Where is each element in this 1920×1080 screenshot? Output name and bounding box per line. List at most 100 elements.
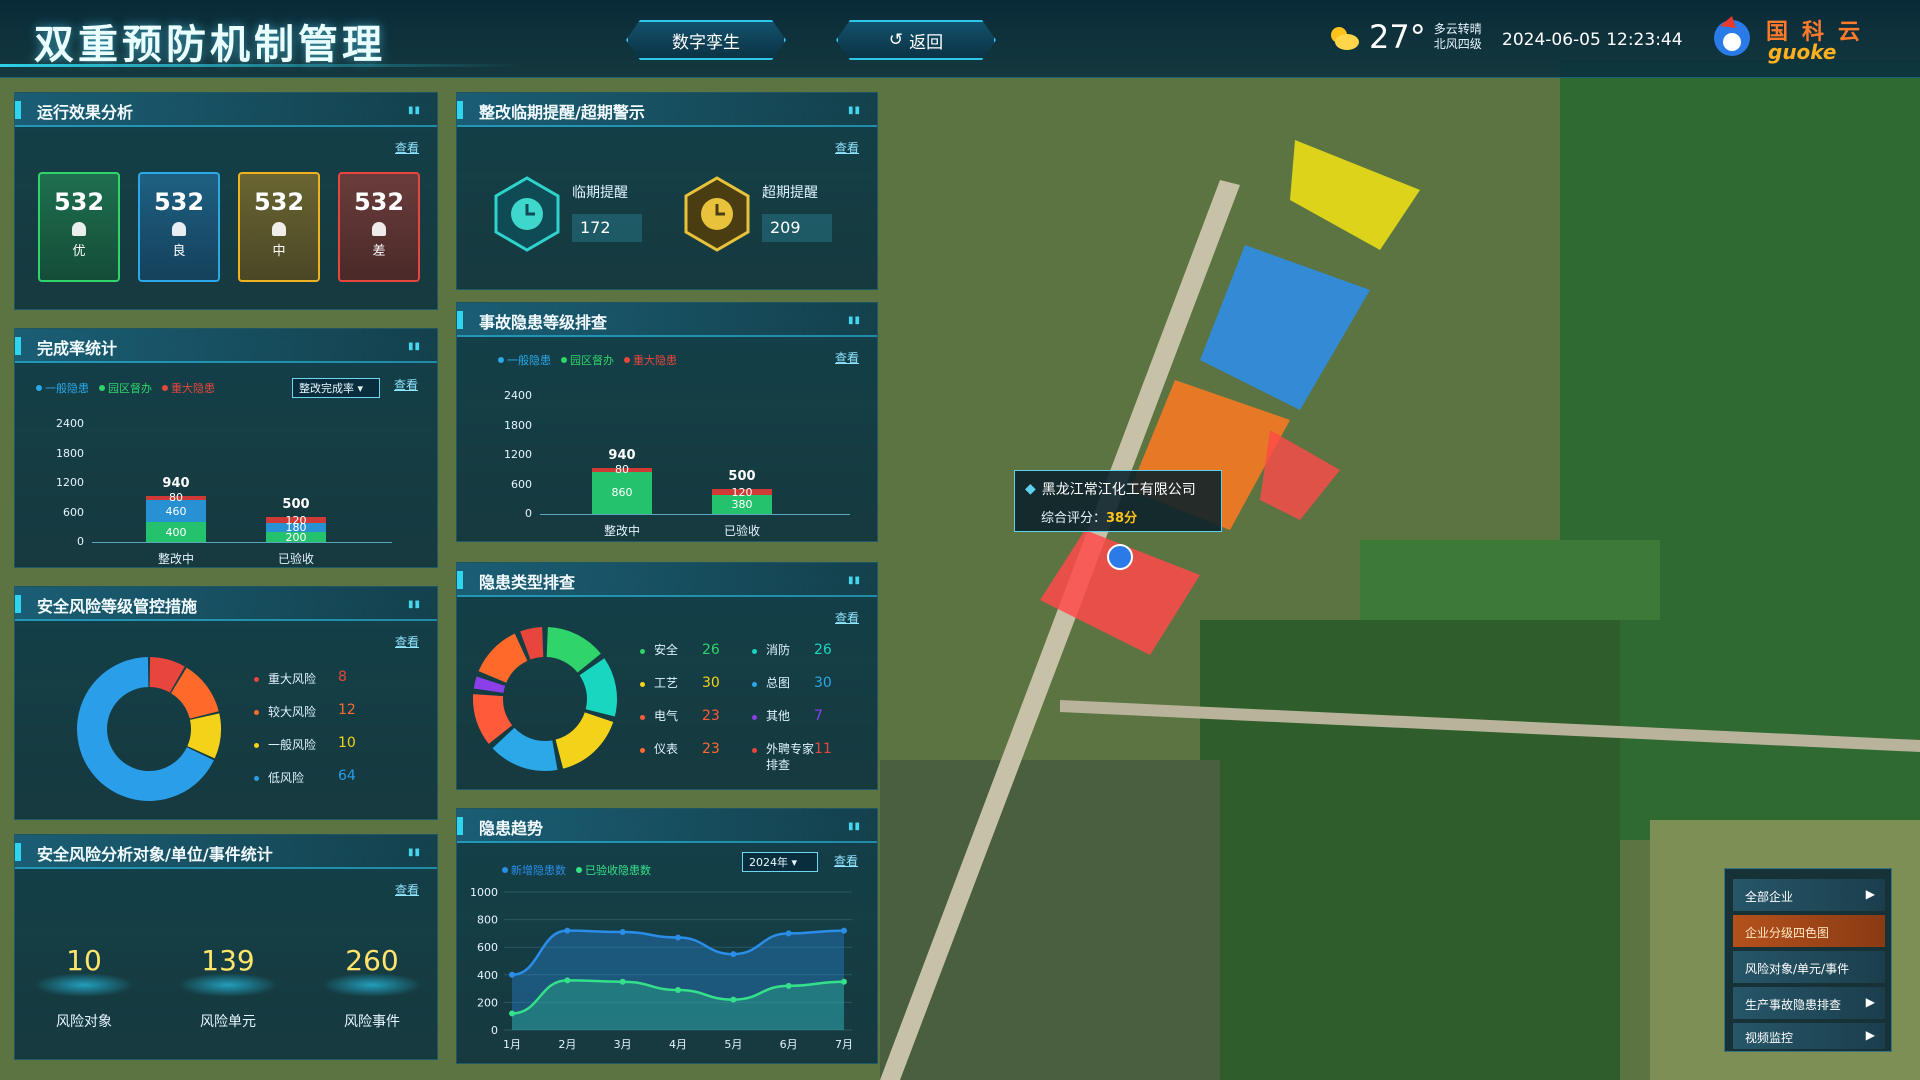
- type-value: 23: [702, 741, 720, 757]
- select-value: 整改完成率: [299, 382, 354, 395]
- accident-legend: 一般隐患 园区督办 重大隐患: [498, 352, 677, 368]
- menu-label: 生产事故隐患排查: [1745, 998, 1842, 1012]
- completion-legend: 一般隐患 园区督办 重大隐患: [36, 380, 215, 396]
- bar-segment: 120: [712, 486, 772, 499]
- donut-slice[interactable]: [546, 627, 601, 673]
- grade-good-card[interactable]: 532 良: [138, 172, 220, 282]
- grade-value: 532: [153, 188, 205, 216]
- type-label: 安全: [654, 643, 679, 657]
- type-label: 仪表: [654, 742, 679, 756]
- menu-four-color-map[interactable]: 企业分级四色图: [1733, 915, 1885, 947]
- back-icon: ↺: [888, 30, 904, 50]
- grade-label: 中: [272, 244, 286, 259]
- wind-condition: 北风四级: [1433, 37, 1482, 51]
- data-point: [619, 978, 626, 985]
- grade-label: 差: [372, 244, 386, 259]
- x-tick-label: 1月: [503, 1038, 521, 1051]
- x-tick-label: 2月: [558, 1038, 576, 1051]
- menu-label: 企业分级四色图: [1745, 926, 1830, 940]
- diamond-icon: ◆: [1025, 481, 1036, 497]
- completion-view-link[interactable]: 查看: [394, 376, 418, 393]
- risk-donut-chart: [76, 657, 222, 801]
- menu-video[interactable]: 视频监控 ▶: [1733, 1023, 1885, 1049]
- effect-view-link[interactable]: 查看: [395, 139, 419, 156]
- menu-risk-objects[interactable]: 风险对象/单元/事件: [1733, 951, 1885, 983]
- y-tick-label: 1200: [504, 448, 532, 461]
- x-category-label: 整改中: [603, 524, 640, 538]
- risk-value: 8: [338, 669, 347, 685]
- risk-label: 重大风险: [268, 672, 317, 686]
- overdue-value: 209: [762, 214, 832, 242]
- y-tick-label: 1800: [56, 446, 84, 460]
- data-point: [841, 927, 847, 934]
- trend-view-link[interactable]: 查看: [834, 852, 858, 869]
- stat-label: 风险对象: [56, 1014, 112, 1030]
- score-value: 38分: [1106, 511, 1138, 526]
- x-tick-label: 7月: [835, 1038, 853, 1051]
- digital-twin-button[interactable]: 数字孪生: [626, 20, 786, 60]
- legend-dot: [254, 710, 259, 715]
- grade-excellent-card[interactable]: 532 优: [38, 172, 120, 282]
- completion-rate-select[interactable]: 整改完成率 ▾: [292, 378, 380, 398]
- stat-risk-events[interactable]: 260 风险事件: [322, 944, 422, 1031]
- legend-item: 新增隐患数: [511, 864, 566, 877]
- accident-view-link[interactable]: 查看: [835, 349, 859, 366]
- objects-view-link[interactable]: 查看: [395, 881, 419, 898]
- risk-value: 64: [338, 768, 356, 784]
- type-value: 26: [702, 642, 720, 658]
- legend-dot: [752, 649, 757, 654]
- type-label: 总图: [766, 676, 791, 690]
- grade-medium-card[interactable]: 532 中: [238, 172, 320, 282]
- y-tick-label: 600: [63, 505, 84, 519]
- legend-item: 重大隐患: [633, 354, 677, 367]
- legend-item: 一般隐患: [507, 354, 551, 367]
- back-button[interactable]: ↺ 返回: [836, 20, 996, 60]
- bar-segment: 400: [146, 522, 206, 542]
- play-arrow-icon: ▶: [1865, 887, 1875, 901]
- data-point: [619, 929, 626, 936]
- company-tooltip[interactable]: ◆ 黑龙江常江化工有限公司 综合评分：38分: [1014, 470, 1222, 532]
- y-tick-label: 1200: [56, 476, 84, 489]
- stat-risk-objects[interactable]: 10 风险对象: [34, 944, 134, 1031]
- menu-label: 全部企业: [1745, 890, 1794, 904]
- x-category-label: 已验收: [723, 524, 760, 538]
- score-label: 综合评分：: [1041, 511, 1107, 526]
- types-donut-chart: [473, 627, 617, 771]
- trend-title: 隐患趋势: [479, 819, 544, 838]
- menu-label: 视频监控: [1745, 1031, 1794, 1045]
- objects-title: 安全风险分析对象/单位/事件统计: [37, 845, 273, 864]
- donut-slice[interactable]: [478, 633, 528, 683]
- menu-all-companies[interactable]: 全部企业 ▶: [1733, 879, 1885, 911]
- donut-slice[interactable]: [579, 658, 617, 717]
- data-point: [564, 977, 571, 984]
- type-value: 26: [814, 642, 832, 658]
- grade-value: 532: [253, 188, 305, 216]
- data-point: [675, 986, 681, 993]
- play-arrow-icon: ▶: [1865, 1028, 1875, 1042]
- dashboard: 双重预防机制管理 数字孪生 ↺ 返回 27° 多云转晴 北风四级 2024-06-0…: [0, 0, 1920, 1080]
- grade-poor-card[interactable]: 532 差: [338, 172, 420, 282]
- types-view-link[interactable]: 查看: [835, 609, 859, 626]
- donut-slice[interactable]: [492, 727, 558, 771]
- grade-label: 优: [72, 244, 86, 259]
- trend-legend: 新增隐患数 已验收隐患数: [502, 862, 651, 878]
- menu-accident-check[interactable]: 生产事故隐患排查 ▶: [1733, 987, 1885, 1019]
- legend-dot: [640, 715, 645, 720]
- risk-view-link[interactable]: 查看: [395, 633, 419, 650]
- header-bars-icon: ▮▮: [847, 315, 861, 326]
- partly-cloudy-icon: [1331, 27, 1359, 50]
- data-point: [509, 1010, 515, 1017]
- header-bars-icon: ▮▮: [407, 341, 421, 352]
- weather-widget: 27° 多云转晴 北风四级: [1325, 18, 1482, 56]
- y-tick-label: 800: [477, 914, 498, 927]
- grade-label: 良: [172, 244, 186, 259]
- stat-risk-units[interactable]: 139 风险单元: [178, 944, 278, 1031]
- donut-slice[interactable]: [555, 712, 614, 769]
- grade-value: 532: [53, 188, 105, 216]
- year-select[interactable]: 2024年 ▾: [742, 852, 818, 872]
- select-value: 2024年: [749, 856, 788, 869]
- y-tick-label: 1800: [504, 418, 532, 432]
- y-tick-label: 200: [477, 996, 498, 1009]
- alarm-icon: [272, 222, 286, 236]
- rectify-view-link[interactable]: 查看: [835, 139, 859, 156]
